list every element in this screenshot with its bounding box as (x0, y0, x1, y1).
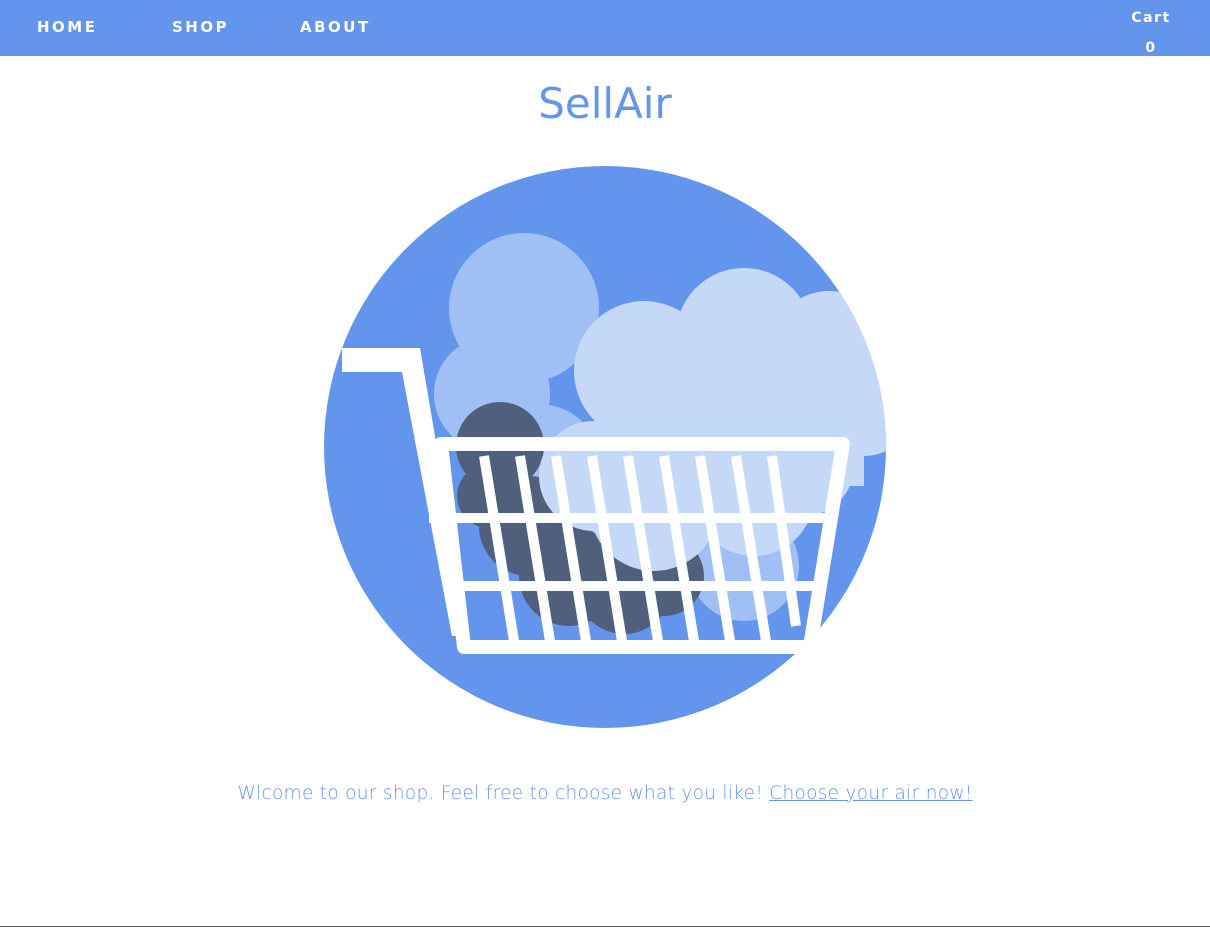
cart-count: 0 (1145, 40, 1157, 56)
welcome-message: Wlcome to our shop. Feel free to choose … (0, 783, 1210, 804)
cart-button[interactable]: Cart 0 (1120, 3, 1182, 63)
nav-shop-link[interactable]: SHOP (172, 18, 229, 36)
top-navbar: HOME SHOP ABOUT Cart 0 (0, 0, 1210, 56)
nav-home-link[interactable]: HOME (37, 18, 97, 36)
choose-air-link[interactable]: Choose your air now! (769, 783, 972, 804)
hero-image (324, 166, 886, 729)
page: HOME SHOP ABOUT Cart 0 SellAir Wlcome to… (0, 0, 1210, 927)
welcome-text: Wlcome to our shop. Feel free to choose … (237, 782, 764, 804)
site-title: SellAir (538, 79, 672, 128)
shopping-cart-icon (324, 166, 886, 728)
cart-label: Cart (1131, 10, 1171, 26)
nav-about-link[interactable]: ABOUT (300, 18, 371, 36)
